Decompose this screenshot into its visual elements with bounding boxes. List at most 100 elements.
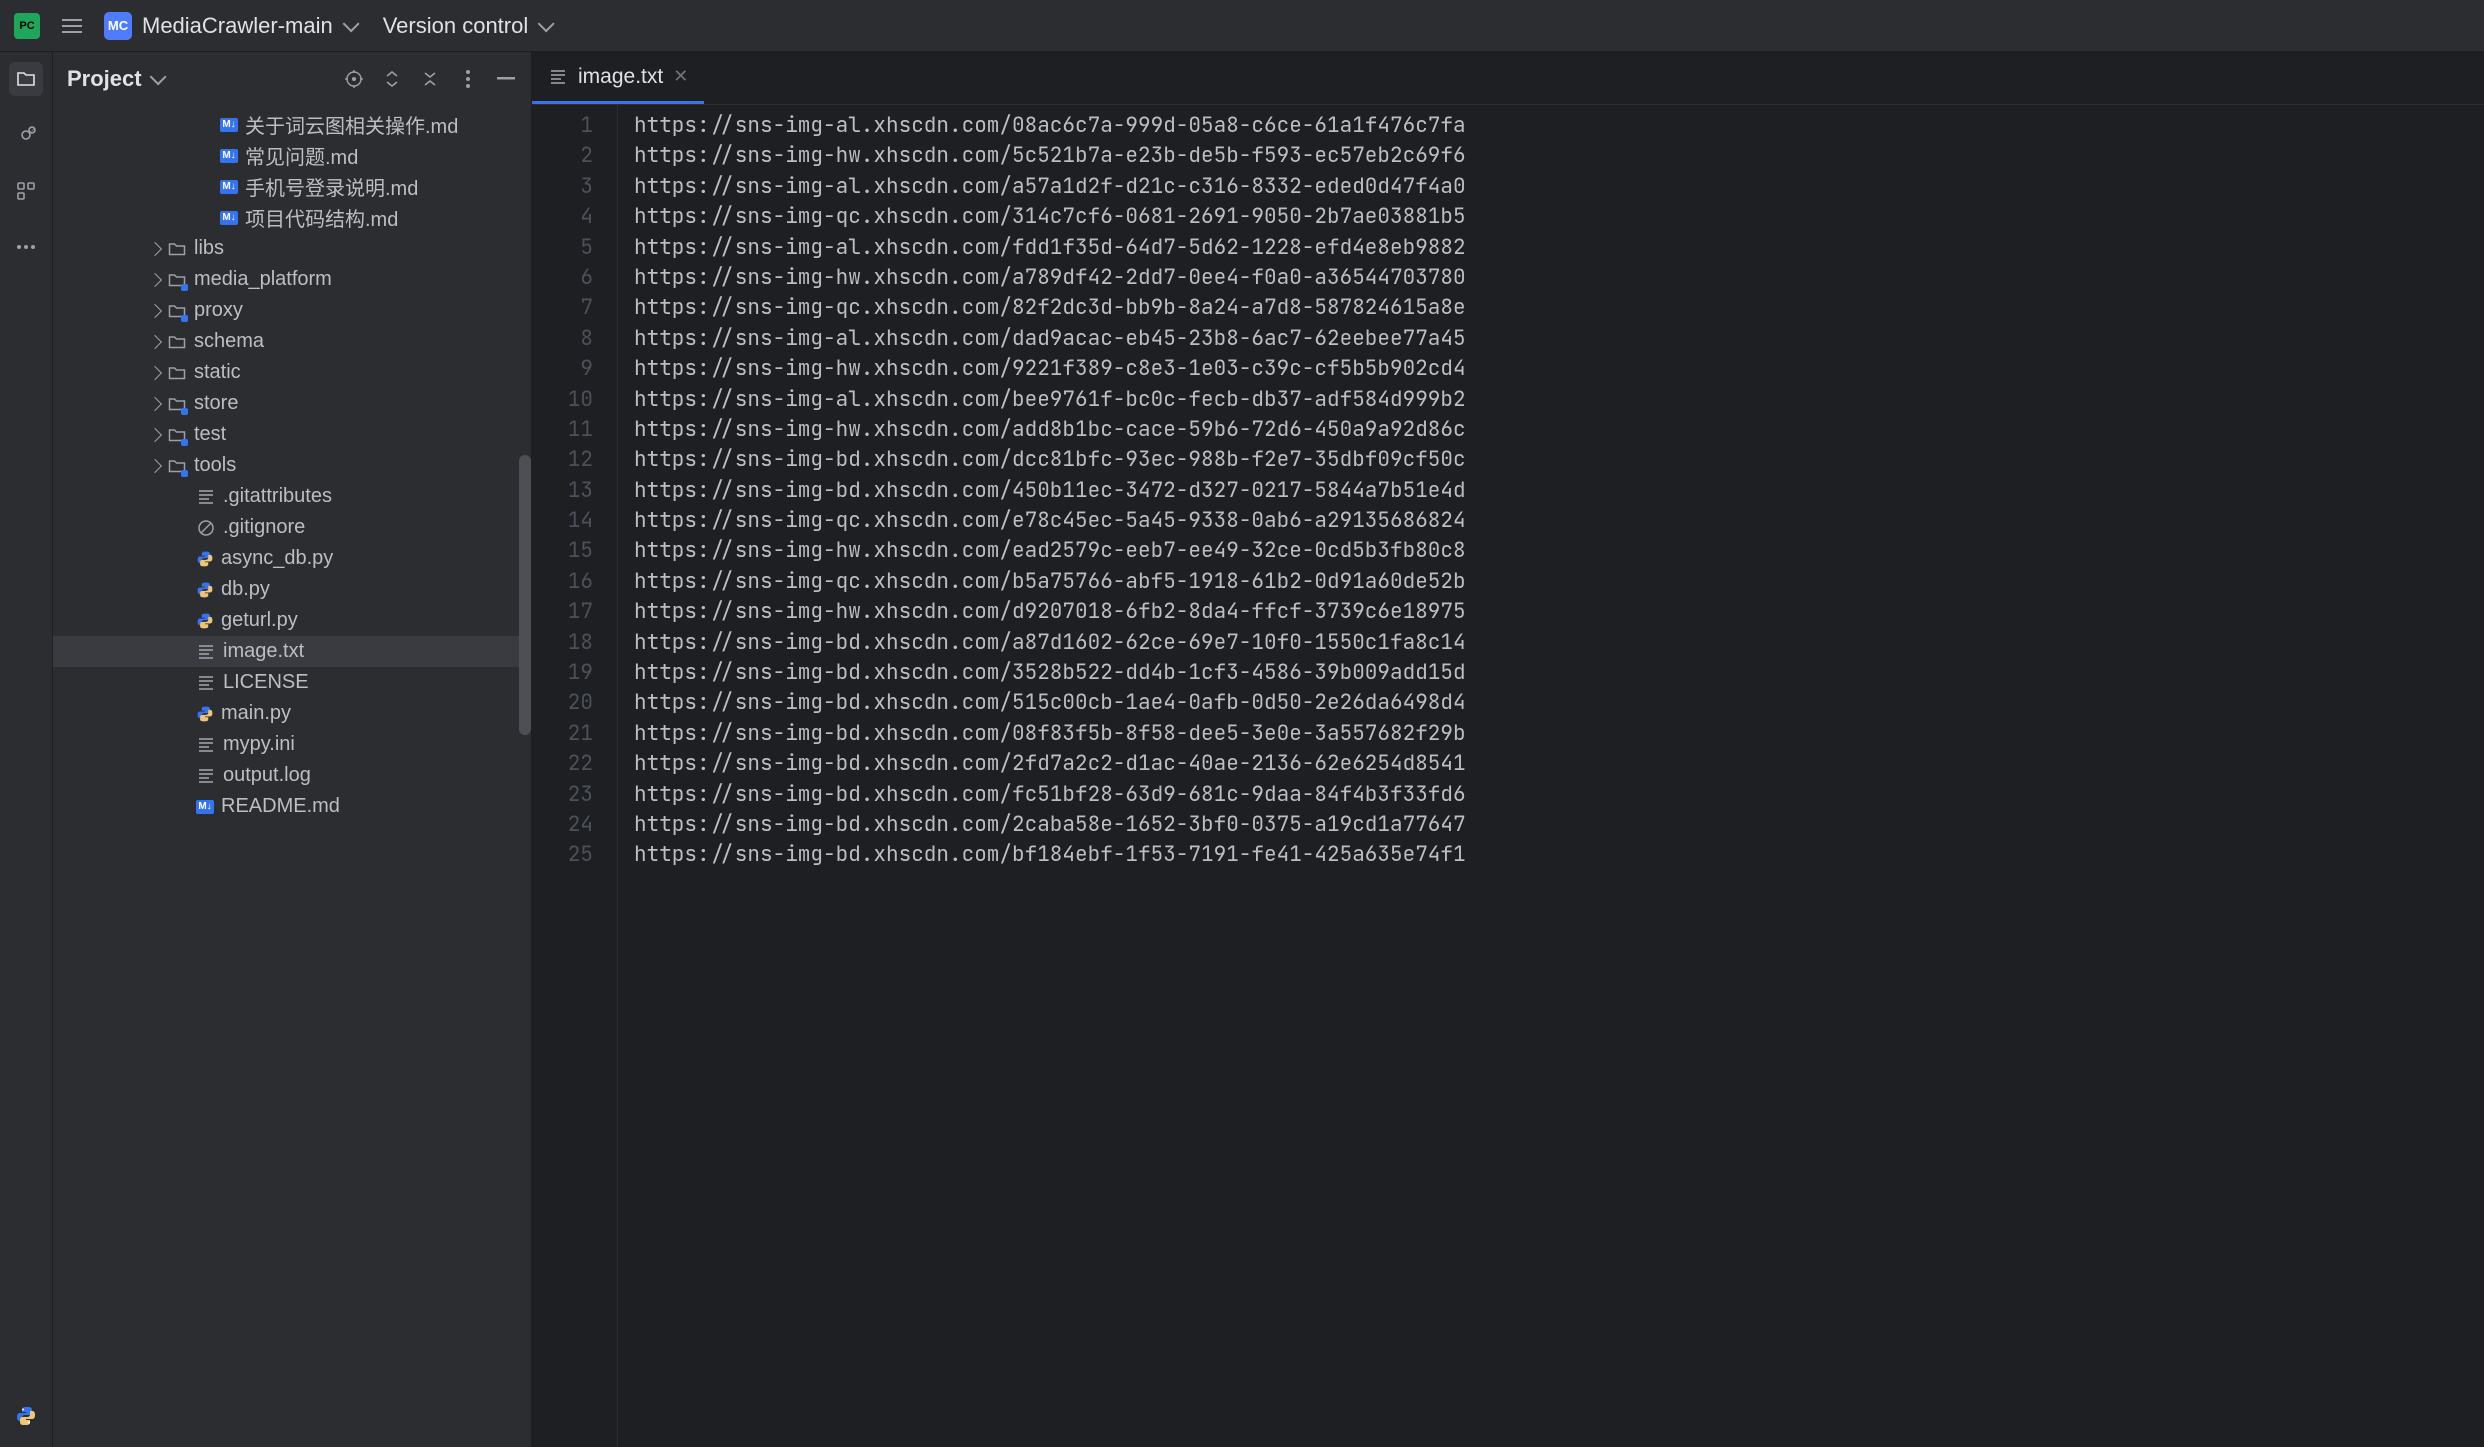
code-line: https://sns-img-bd.xhscdn.com/515c00cb-1… xyxy=(634,688,2484,718)
tree-row[interactable]: tools xyxy=(53,450,531,481)
line-number: 2 xyxy=(532,141,593,171)
tree-item-label: 项目代码结构.md xyxy=(245,203,398,232)
tree-item-label: LICENSE xyxy=(223,671,309,694)
tool-rail: ? xyxy=(0,52,53,1447)
chevron-right-icon xyxy=(148,334,162,348)
folder-module-icon xyxy=(167,301,187,321)
markdown-icon: M↓ xyxy=(196,800,214,814)
line-number: 18 xyxy=(532,628,593,658)
tree-row[interactable]: libs xyxy=(53,233,531,264)
tree-row[interactable]: main.py xyxy=(53,698,531,729)
more-tool-icon[interactable] xyxy=(9,230,43,264)
code-content[interactable]: https://sns-img-al.xhscdn.com/08ac6c7a-9… xyxy=(617,105,2484,1447)
select-opened-file-icon[interactable] xyxy=(343,68,365,90)
code-line: https://sns-img-qc.xhscdn.com/e78c45ec-5… xyxy=(634,506,2484,536)
line-number: 9 xyxy=(532,354,593,384)
code-line: https://sns-img-al.xhscdn.com/bee9761f-b… xyxy=(634,385,2484,415)
line-number: 14 xyxy=(532,506,593,536)
markdown-icon: M↓ xyxy=(220,211,238,225)
line-number: 10 xyxy=(532,385,593,415)
code-line: https://sns-img-hw.xhscdn.com/5c521b7a-e… xyxy=(634,141,2484,171)
hide-panel-icon[interactable] xyxy=(495,68,517,90)
tree-row[interactable]: db.py xyxy=(53,574,531,605)
tree-item-label: async_db.py xyxy=(221,547,333,570)
text-file-icon xyxy=(196,673,216,693)
code-line: https://sns-img-bd.xhscdn.com/08f83f5b-8… xyxy=(634,719,2484,749)
panel-title-label: Project xyxy=(67,66,142,92)
code-line: https://sns-img-bd.xhscdn.com/450b11ec-3… xyxy=(634,476,2484,506)
tree-item-label: .gitignore xyxy=(223,516,305,539)
tree-row[interactable]: .gitignore xyxy=(53,512,531,543)
text-file-icon xyxy=(196,735,216,755)
tree-row[interactable]: async_db.py xyxy=(53,543,531,574)
line-number: 13 xyxy=(532,476,593,506)
code-line: https://sns-img-al.xhscdn.com/a57a1d2f-d… xyxy=(634,172,2484,202)
tree-row[interactable]: geturl.py xyxy=(53,605,531,636)
folder-icon xyxy=(167,239,187,259)
tree-row[interactable]: store xyxy=(53,388,531,419)
code-line: https://sns-img-bd.xhscdn.com/a87d1602-6… xyxy=(634,628,2484,658)
tree-row[interactable]: M↓手机号登录说明.md xyxy=(53,171,531,202)
tree-row[interactable]: image.txt xyxy=(53,636,531,667)
tree-row[interactable]: M↓关于词云图相关操作.md xyxy=(53,109,531,140)
tree-item-label: mypy.ini xyxy=(223,733,295,756)
line-number: 11 xyxy=(532,415,593,445)
tree-row[interactable]: media_platform xyxy=(53,264,531,295)
tree-row[interactable]: test xyxy=(53,419,531,450)
tree-row[interactable]: M↓README.md xyxy=(53,791,531,822)
python-console-icon[interactable] xyxy=(9,1399,43,1433)
markdown-icon: M↓ xyxy=(220,149,238,163)
line-number: 4 xyxy=(532,202,593,232)
panel-title[interactable]: Project xyxy=(67,66,162,92)
project-selector[interactable]: MC MediaCrawler-main xyxy=(104,12,355,40)
python-icon xyxy=(196,581,214,599)
project-tree[interactable]: M↓关于词云图相关操作.md M↓ 常见问题.mdM↓手机号登录说明.md M↓ 项目代… xyxy=(53,105,531,1447)
close-icon[interactable]: ✕ xyxy=(673,66,688,87)
project-tool-icon[interactable] xyxy=(9,62,43,96)
tree-item-label: proxy xyxy=(194,299,243,322)
vcs-label: Version control xyxy=(383,13,529,39)
code-line: https://sns-img-al.xhscdn.com/dad9acac-e… xyxy=(634,324,2484,354)
tree-row[interactable]: LICENSE xyxy=(53,667,531,698)
tree-row[interactable]: schema xyxy=(53,326,531,357)
gitignore-icon xyxy=(196,518,216,538)
panel-options-icon[interactable] xyxy=(457,68,479,90)
panel-header: Project xyxy=(53,52,531,105)
tree-item-label: image.txt xyxy=(223,640,304,663)
line-number: 15 xyxy=(532,536,593,566)
tree-row[interactable]: .gitattributes xyxy=(53,481,531,512)
text-file-icon xyxy=(196,766,216,786)
editor-tab[interactable]: image.txt ✕ xyxy=(532,52,704,104)
tab-label: image.txt xyxy=(578,65,663,89)
folder-icon xyxy=(167,363,187,383)
tree-row[interactable]: M↓ 项目代码结构.md xyxy=(53,202,531,233)
folder-module-icon xyxy=(167,456,187,476)
structure-tool-icon[interactable] xyxy=(9,174,43,208)
menu-icon[interactable] xyxy=(58,15,86,37)
tree-scrollbar[interactable] xyxy=(519,455,531,735)
tree-item-label: schema xyxy=(194,330,264,353)
line-number: 5 xyxy=(532,233,593,263)
tree-item-label: 常见问题.md xyxy=(245,141,358,170)
tree-item-label: test xyxy=(194,423,226,446)
titlebar: MC MediaCrawler-main Version control xyxy=(0,0,2484,52)
line-number: 12 xyxy=(532,445,593,475)
collapse-all-icon[interactable] xyxy=(419,68,441,90)
editor-body[interactable]: 1234567891011121314151617181920212223242… xyxy=(532,105,2484,1447)
tree-row[interactable]: static xyxy=(53,357,531,388)
chevron-right-icon xyxy=(148,458,162,472)
code-line: https://sns-img-al.xhscdn.com/08ac6c7a-9… xyxy=(634,111,2484,141)
tree-row[interactable]: proxy xyxy=(53,295,531,326)
tree-row[interactable]: output.log xyxy=(53,760,531,791)
line-number: 22 xyxy=(532,749,593,779)
line-number: 24 xyxy=(532,810,593,840)
commit-tool-icon[interactable]: ? xyxy=(9,118,43,152)
svg-text:?: ? xyxy=(30,126,35,135)
tree-row[interactable]: mypy.ini xyxy=(53,729,531,760)
python-icon xyxy=(196,705,214,723)
tree-row[interactable]: M↓ 常见问题.md xyxy=(53,140,531,171)
chevron-down-icon xyxy=(342,15,359,32)
code-line: https://sns-img-hw.xhscdn.com/add8b1bc-c… xyxy=(634,415,2484,445)
expand-all-icon[interactable] xyxy=(381,68,403,90)
vcs-selector[interactable]: Version control xyxy=(383,13,551,39)
